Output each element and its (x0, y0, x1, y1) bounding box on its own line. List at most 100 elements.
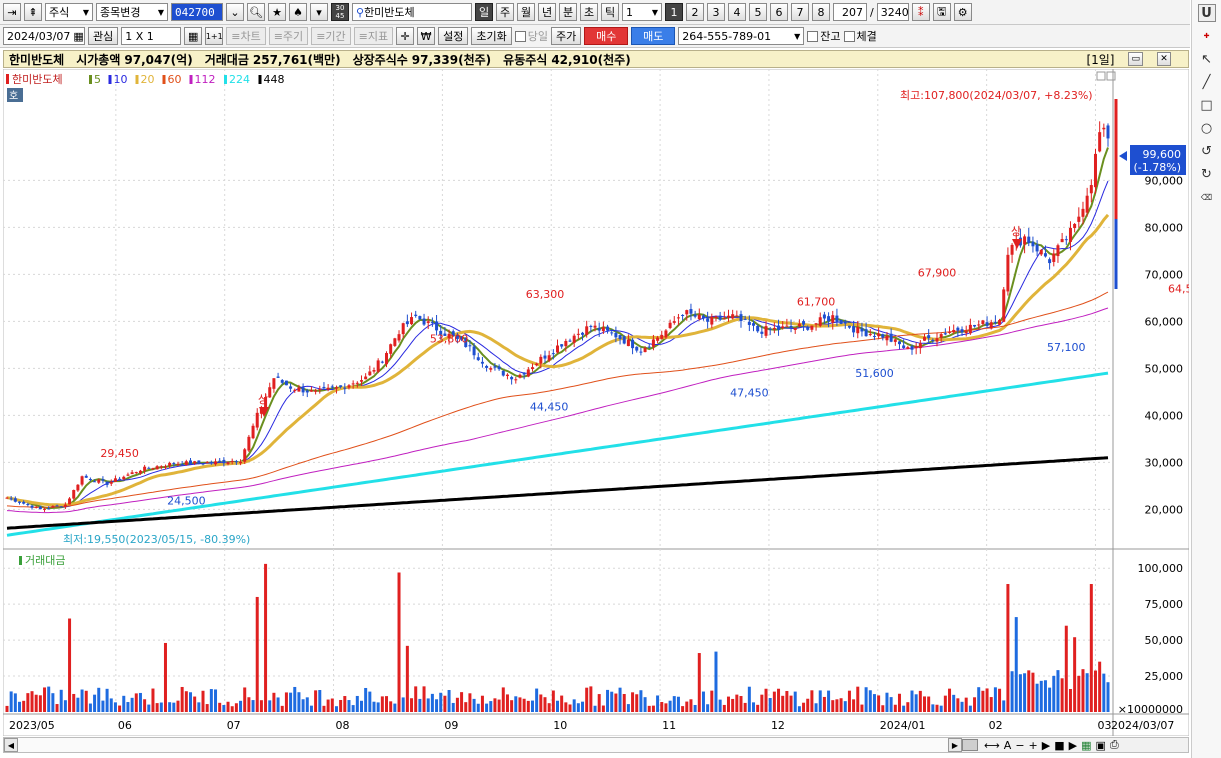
indicator-menu-button[interactable]: ≡지표 (353, 27, 394, 45)
stock-change-select[interactable]: 종목변경 ▼ (96, 3, 168, 21)
period-tab-second[interactable]: 초 (580, 3, 598, 21)
candle-body (243, 449, 247, 462)
account-select[interactable]: 264-555-789-01 ▼ (678, 27, 805, 45)
period-tab-year[interactable]: 년 (538, 3, 556, 21)
page-button-3[interactable]: 3 (707, 3, 725, 21)
stock-chart[interactable]: 20,000 30,000 40,000 50,000 60,000 70,000 80,0… (3, 69, 1189, 736)
grid-icon[interactable]: ▦ (184, 27, 203, 45)
stock-code-input[interactable]: 042700 (171, 3, 223, 21)
volume-bar (339, 699, 343, 712)
balance-label: 잔고 (820, 30, 841, 43)
layout-add-button[interactable]: 1+1 (205, 27, 224, 45)
today-checkbox[interactable]: 당일 (514, 28, 548, 44)
play-icon[interactable]: ▶ (1042, 739, 1050, 752)
save-icon[interactable]: 🖫 (932, 3, 951, 21)
zoom-in-icon[interactable]: + (1029, 739, 1038, 752)
redo-icon[interactable]: ↻ (1198, 165, 1216, 183)
period-menu-button[interactable]: ≡기간 (311, 27, 351, 45)
zoom-out-icon[interactable]: − (1015, 739, 1024, 752)
volume-bar (126, 702, 130, 712)
chart-scrollbar[interactable]: ◀ ▶ ⟷ A − + ▶ ■ ▶ ▦ ▣ ⎙ (3, 737, 1189, 753)
page-button-5[interactable]: 5 (749, 3, 767, 21)
reset-button[interactable]: 초기화 (471, 27, 512, 45)
scroll-right-icon[interactable]: ▶ (948, 738, 962, 752)
buy-button[interactable]: 매수 (584, 27, 629, 45)
spade-icon[interactable]: ♠ (289, 3, 307, 21)
crosshair-icon[interactable]: ✛ (396, 27, 415, 45)
cycle-menu-button[interactable]: ≡주기 (268, 27, 309, 45)
chevron-down-icon[interactable]: ⌄ (226, 3, 244, 21)
candle-body (964, 331, 968, 334)
candle-body (697, 314, 701, 319)
next-icon[interactable]: ▶ (1069, 739, 1077, 752)
search-icon[interactable]: 🔍︎ (247, 3, 265, 21)
volume-bar (1023, 673, 1027, 712)
date-input[interactable]: 2024/03/07 ▦ (3, 27, 85, 45)
volume-legend-swatch (19, 556, 22, 565)
page-button-1[interactable]: 1 (665, 3, 683, 21)
page-button-4[interactable]: 4 (728, 3, 746, 21)
chart-menu-button[interactable]: ≡차트 (226, 27, 266, 45)
period-tab-minute[interactable]: 분 (559, 3, 577, 21)
stock-name-field[interactable]: ⚲ 한미반도체 (352, 3, 472, 21)
unit-button[interactable]: U (1197, 4, 1216, 22)
period-tab-tick[interactable]: 틱 (601, 3, 619, 21)
volume-bar (151, 688, 155, 712)
font-size-icon[interactable]: A (1004, 739, 1012, 752)
sell-button[interactable]: 매도 (631, 27, 676, 45)
period-tab-week[interactable]: 주 (496, 3, 514, 21)
market-select[interactable]: 주식 ▼ (45, 3, 93, 21)
scroll-left-icon[interactable]: ◀ (4, 738, 18, 752)
bar-count-input[interactable]: 207 (833, 3, 867, 21)
volume-bar (956, 698, 960, 712)
balance-checkbox[interactable]: 잔고 (807, 28, 841, 44)
chevron-down-icon[interactable]: ▾ (310, 3, 328, 21)
scroll-thumb[interactable] (962, 739, 978, 751)
circle-tool-icon[interactable]: ○ (1198, 119, 1216, 137)
setting-button[interactable]: 설정 (438, 27, 469, 45)
scroll-track[interactable] (18, 738, 948, 752)
candle-body (251, 425, 255, 439)
page-button-8[interactable]: 8 (812, 3, 830, 21)
candle-body (868, 334, 872, 336)
candle-body (1002, 289, 1006, 322)
period-tab-month[interactable]: 월 (517, 3, 535, 21)
star-icon[interactable]: ★ (268, 3, 286, 21)
candle-body (80, 476, 84, 485)
zoom-slider-icon[interactable]: ⟷ (984, 739, 1000, 752)
page-button-2[interactable]: 2 (686, 3, 704, 21)
period-tab-day[interactable]: 일 (475, 3, 493, 21)
stop-icon[interactable]: ■ (1054, 739, 1064, 752)
delete-all-icon[interactable]: ⌫ (1198, 188, 1216, 206)
candle-body (88, 478, 92, 481)
top-icon[interactable]: ⇞ (24, 3, 42, 21)
3045-icon[interactable]: 30 45 (331, 3, 349, 21)
undo-icon[interactable]: ↺ (1198, 142, 1216, 160)
volume-bar (977, 687, 981, 712)
print-icon[interactable]: ⎙ (1110, 738, 1119, 752)
excel-icon[interactable]: ▦ (1081, 739, 1091, 752)
maximize-icon[interactable]: ▭ (1128, 52, 1143, 66)
volume-bar (272, 692, 276, 712)
close-icon[interactable]: ✕ (1157, 52, 1171, 66)
volume-bar (935, 704, 939, 712)
candle-body (368, 371, 372, 376)
pin-icon[interactable]: ⇥ (3, 3, 21, 21)
image-icon[interactable]: ▣ (1096, 739, 1106, 752)
page-button-6[interactable]: 6 (770, 3, 788, 21)
drawing-toolbar: U ✚ ↖ ╱ □ ○ ↺ ↻ ⌫ (1191, 0, 1221, 758)
candle-body (47, 508, 51, 510)
won-button[interactable]: ₩ (417, 27, 436, 45)
price-button[interactable]: 주가 (551, 27, 582, 45)
period-value-select[interactable]: 1 ▼ (622, 3, 662, 21)
line-tool-icon[interactable]: ╱ (1198, 73, 1216, 91)
page-button-7[interactable]: 7 (791, 3, 809, 21)
interest-button[interactable]: 관심 (88, 27, 119, 45)
layout-select[interactable]: 1 X 1 (121, 27, 182, 45)
gear-icon[interactable]: ⚙ (953, 3, 972, 21)
exec-checkbox[interactable]: 체결 (843, 28, 877, 44)
tool-icon[interactable]: ✚ (1198, 27, 1216, 45)
arrow-cursor-icon[interactable]: ↖ (1198, 50, 1216, 68)
candle-icon[interactable]: ⁑ (911, 3, 930, 21)
rectangle-tool-icon[interactable]: □ (1198, 96, 1216, 114)
